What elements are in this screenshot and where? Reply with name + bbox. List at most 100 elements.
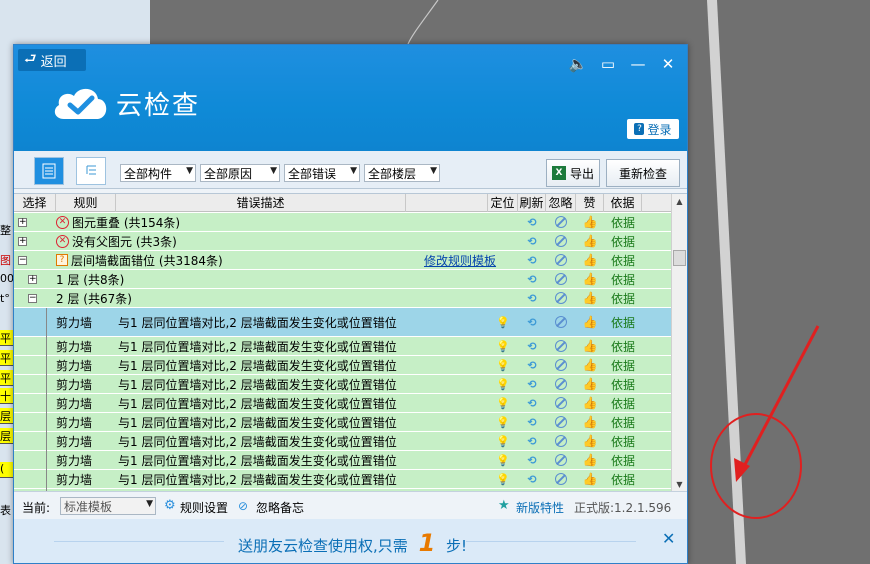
basis-link[interactable]: 依据 — [604, 432, 642, 450]
floor-group-row[interactable]: +1 层 (共8条) ⟲ 👍 依据 — [14, 270, 671, 289]
basis-link[interactable]: 依据 — [604, 394, 642, 412]
promo-banner[interactable]: 送朋友云检查使用权,只需 1 步! ✕ — [14, 519, 687, 563]
thumbs-up-icon[interactable]: 👍 — [583, 315, 598, 329]
refresh-icon[interactable]: ⟲ — [525, 272, 539, 286]
scroll-up-icon[interactable]: ▲ — [672, 194, 687, 209]
locate-icon[interactable]: 💡 — [496, 472, 510, 486]
refresh-icon[interactable]: ⟲ — [525, 358, 539, 372]
export-button[interactable]: X 导出 — [546, 159, 600, 187]
floor-group-row[interactable]: − 2 层 (共67条) ⟲ 👍 依据 — [14, 289, 671, 308]
thumbs-up-icon[interactable]: 👍 — [583, 272, 598, 286]
thumbs-up-icon[interactable]: 👍 — [583, 415, 598, 429]
error-filter-dropdown[interactable]: 全部错误 ▼ — [284, 164, 360, 182]
ignore-icon[interactable] — [555, 273, 567, 285]
refresh-icon[interactable]: ⟲ — [525, 472, 539, 486]
expand-toggle[interactable]: − — [28, 293, 37, 303]
basis-link[interactable]: 依据 — [604, 251, 642, 269]
rule-settings-link[interactable]: 规则设置 — [180, 499, 228, 516]
basis-link[interactable]: 依据 — [604, 470, 642, 488]
basis-link[interactable]: 依据 — [604, 213, 642, 231]
basis-link[interactable]: 依据 — [604, 413, 642, 431]
minimize-button[interactable]: — — [628, 55, 648, 73]
thumbs-up-icon[interactable]: 👍 — [583, 253, 598, 267]
ignore-icon[interactable] — [555, 378, 567, 390]
basis-link[interactable]: 依据 — [604, 232, 642, 250]
tree-view-button[interactable] — [76, 157, 106, 185]
refresh-icon[interactable]: ⟲ — [525, 215, 539, 229]
speaker-icon[interactable]: 🔈 — [568, 55, 588, 73]
locate-icon[interactable]: 💡 — [496, 453, 510, 467]
thumbs-up-icon[interactable]: 👍 — [583, 396, 598, 410]
col-basis[interactable]: 依据 — [604, 194, 642, 212]
refresh-icon[interactable]: ⟲ — [525, 453, 539, 467]
thumbs-up-icon[interactable]: 👍 — [583, 472, 598, 486]
basis-link[interactable]: 依据 — [604, 337, 642, 355]
ignore-icon[interactable] — [555, 216, 567, 228]
col-refresh[interactable]: 刷新 — [518, 194, 546, 212]
basis-link[interactable]: 依据 — [604, 289, 642, 307]
ignore-icon[interactable] — [555, 316, 567, 328]
login-button[interactable]: ? 登录 — [627, 119, 679, 139]
locate-icon[interactable]: 💡 — [496, 415, 510, 429]
refresh-icon[interactable]: ⟲ — [525, 234, 539, 248]
col-like[interactable]: 赞 — [576, 194, 604, 212]
col-rule[interactable]: 规则 — [56, 194, 116, 212]
rule-group-row[interactable]: −? 层间墙截面错位 (共3184条) 修改规则模板 ⟲ 👍 依据 — [14, 251, 671, 270]
scroll-down-icon[interactable]: ▼ — [672, 477, 687, 491]
ignore-icon[interactable] — [555, 397, 567, 409]
basis-link[interactable]: 依据 — [604, 356, 642, 374]
locate-icon[interactable]: 💡 — [496, 339, 510, 353]
expand-toggle[interactable]: + — [18, 236, 27, 246]
scroll-thumb[interactable] — [673, 250, 686, 266]
expand-toggle[interactable]: + — [28, 274, 37, 284]
issue-row[interactable]: 剪力墙 与1 层同位置墙对比,2 层墙截面发生变化或位置错位 💡 ⟲ 👍 依据 — [14, 356, 671, 375]
basis-link[interactable]: 依据 — [604, 451, 642, 469]
ignore-icon[interactable] — [555, 454, 567, 466]
locate-icon[interactable]: 💡 — [496, 434, 510, 448]
template-dropdown[interactable]: 标准模板 ▼ — [60, 497, 156, 515]
thumbs-up-icon[interactable]: 👍 — [583, 377, 598, 391]
ignore-icon[interactable] — [555, 254, 567, 266]
floor-filter-dropdown[interactable]: 全部楼层 ▼ — [364, 164, 440, 182]
message-icon[interactable]: ▭ — [598, 55, 618, 73]
thumbs-up-icon[interactable]: 👍 — [583, 358, 598, 372]
ignore-icon[interactable] — [555, 340, 567, 352]
ignore-icon[interactable] — [555, 359, 567, 371]
rule-group-row[interactable]: + ✕ 没有父图元 (共3条) ⟲ 👍 依据 — [14, 232, 671, 251]
thumbs-up-icon[interactable]: 👍 — [583, 291, 598, 305]
refresh-icon[interactable]: ⟲ — [525, 339, 539, 353]
basis-link[interactable]: 依据 — [604, 308, 642, 336]
recheck-button[interactable]: 重新检查 — [606, 159, 680, 187]
edit-rule-template-link[interactable]: 修改规则模板 — [424, 251, 514, 269]
locate-icon[interactable]: 💡 — [496, 396, 510, 410]
col-locate[interactable]: 定位 — [488, 194, 518, 212]
new-features-link[interactable]: 新版特性 — [516, 499, 564, 516]
ignore-icon[interactable] — [555, 235, 567, 247]
issue-row[interactable]: 剪力墙 与1 层同位置墙对比,2 层墙截面发生变化或位置错位 💡 ⟲ 👍 依据 — [14, 337, 671, 356]
locate-icon[interactable]: 💡 — [496, 358, 510, 372]
list-view-button[interactable] — [34, 157, 64, 185]
ignore-memo-link[interactable]: 忽略备忘 — [256, 499, 304, 516]
basis-link[interactable]: 依据 — [604, 375, 642, 393]
col-ignore[interactable]: 忽略 — [546, 194, 576, 212]
issue-row[interactable]: 剪力墙 与1 层同位置墙对比,2 层墙截面发生变化或位置错位 💡 ⟲ 👍 依据 — [14, 308, 671, 337]
expand-toggle[interactable]: + — [18, 217, 27, 227]
close-button[interactable]: ✕ — [658, 55, 678, 73]
locate-icon[interactable]: 💡 — [496, 315, 510, 329]
col-select[interactable]: 选择 — [14, 194, 56, 212]
ignore-icon[interactable] — [555, 473, 567, 485]
back-button[interactable]: ⮐ 返回 — [18, 49, 86, 71]
thumbs-up-icon[interactable]: 👍 — [583, 339, 598, 353]
refresh-icon[interactable]: ⟲ — [525, 434, 539, 448]
basis-link[interactable]: 依据 — [604, 270, 642, 288]
rule-group-row[interactable]: + ✕ 图元重叠 (共154条) ⟲ 👍 依据 — [14, 213, 671, 232]
issue-row[interactable]: 剪力墙 与1 层同位置墙对比,2 层墙截面发生变化或位置错位 💡 ⟲ 👍 依据 — [14, 413, 671, 432]
expand-toggle[interactable]: − — [18, 255, 27, 265]
vertical-scrollbar[interactable]: ▲ ▼ — [671, 194, 687, 491]
issue-row[interactable]: 剪力墙 与1 层同位置墙对比,2 层墙截面发生变化或位置错位 💡 ⟲ 👍 依据 — [14, 375, 671, 394]
refresh-icon[interactable]: ⟲ — [525, 315, 539, 329]
issue-row[interactable]: 剪力墙 与1 层同位置墙对比,2 层墙截面发生变化或位置错位 💡 ⟲ 👍 依据 — [14, 394, 671, 413]
ignore-icon[interactable] — [555, 416, 567, 428]
cause-filter-dropdown[interactable]: 全部原因 ▼ — [200, 164, 280, 182]
locate-icon[interactable]: 💡 — [496, 377, 510, 391]
